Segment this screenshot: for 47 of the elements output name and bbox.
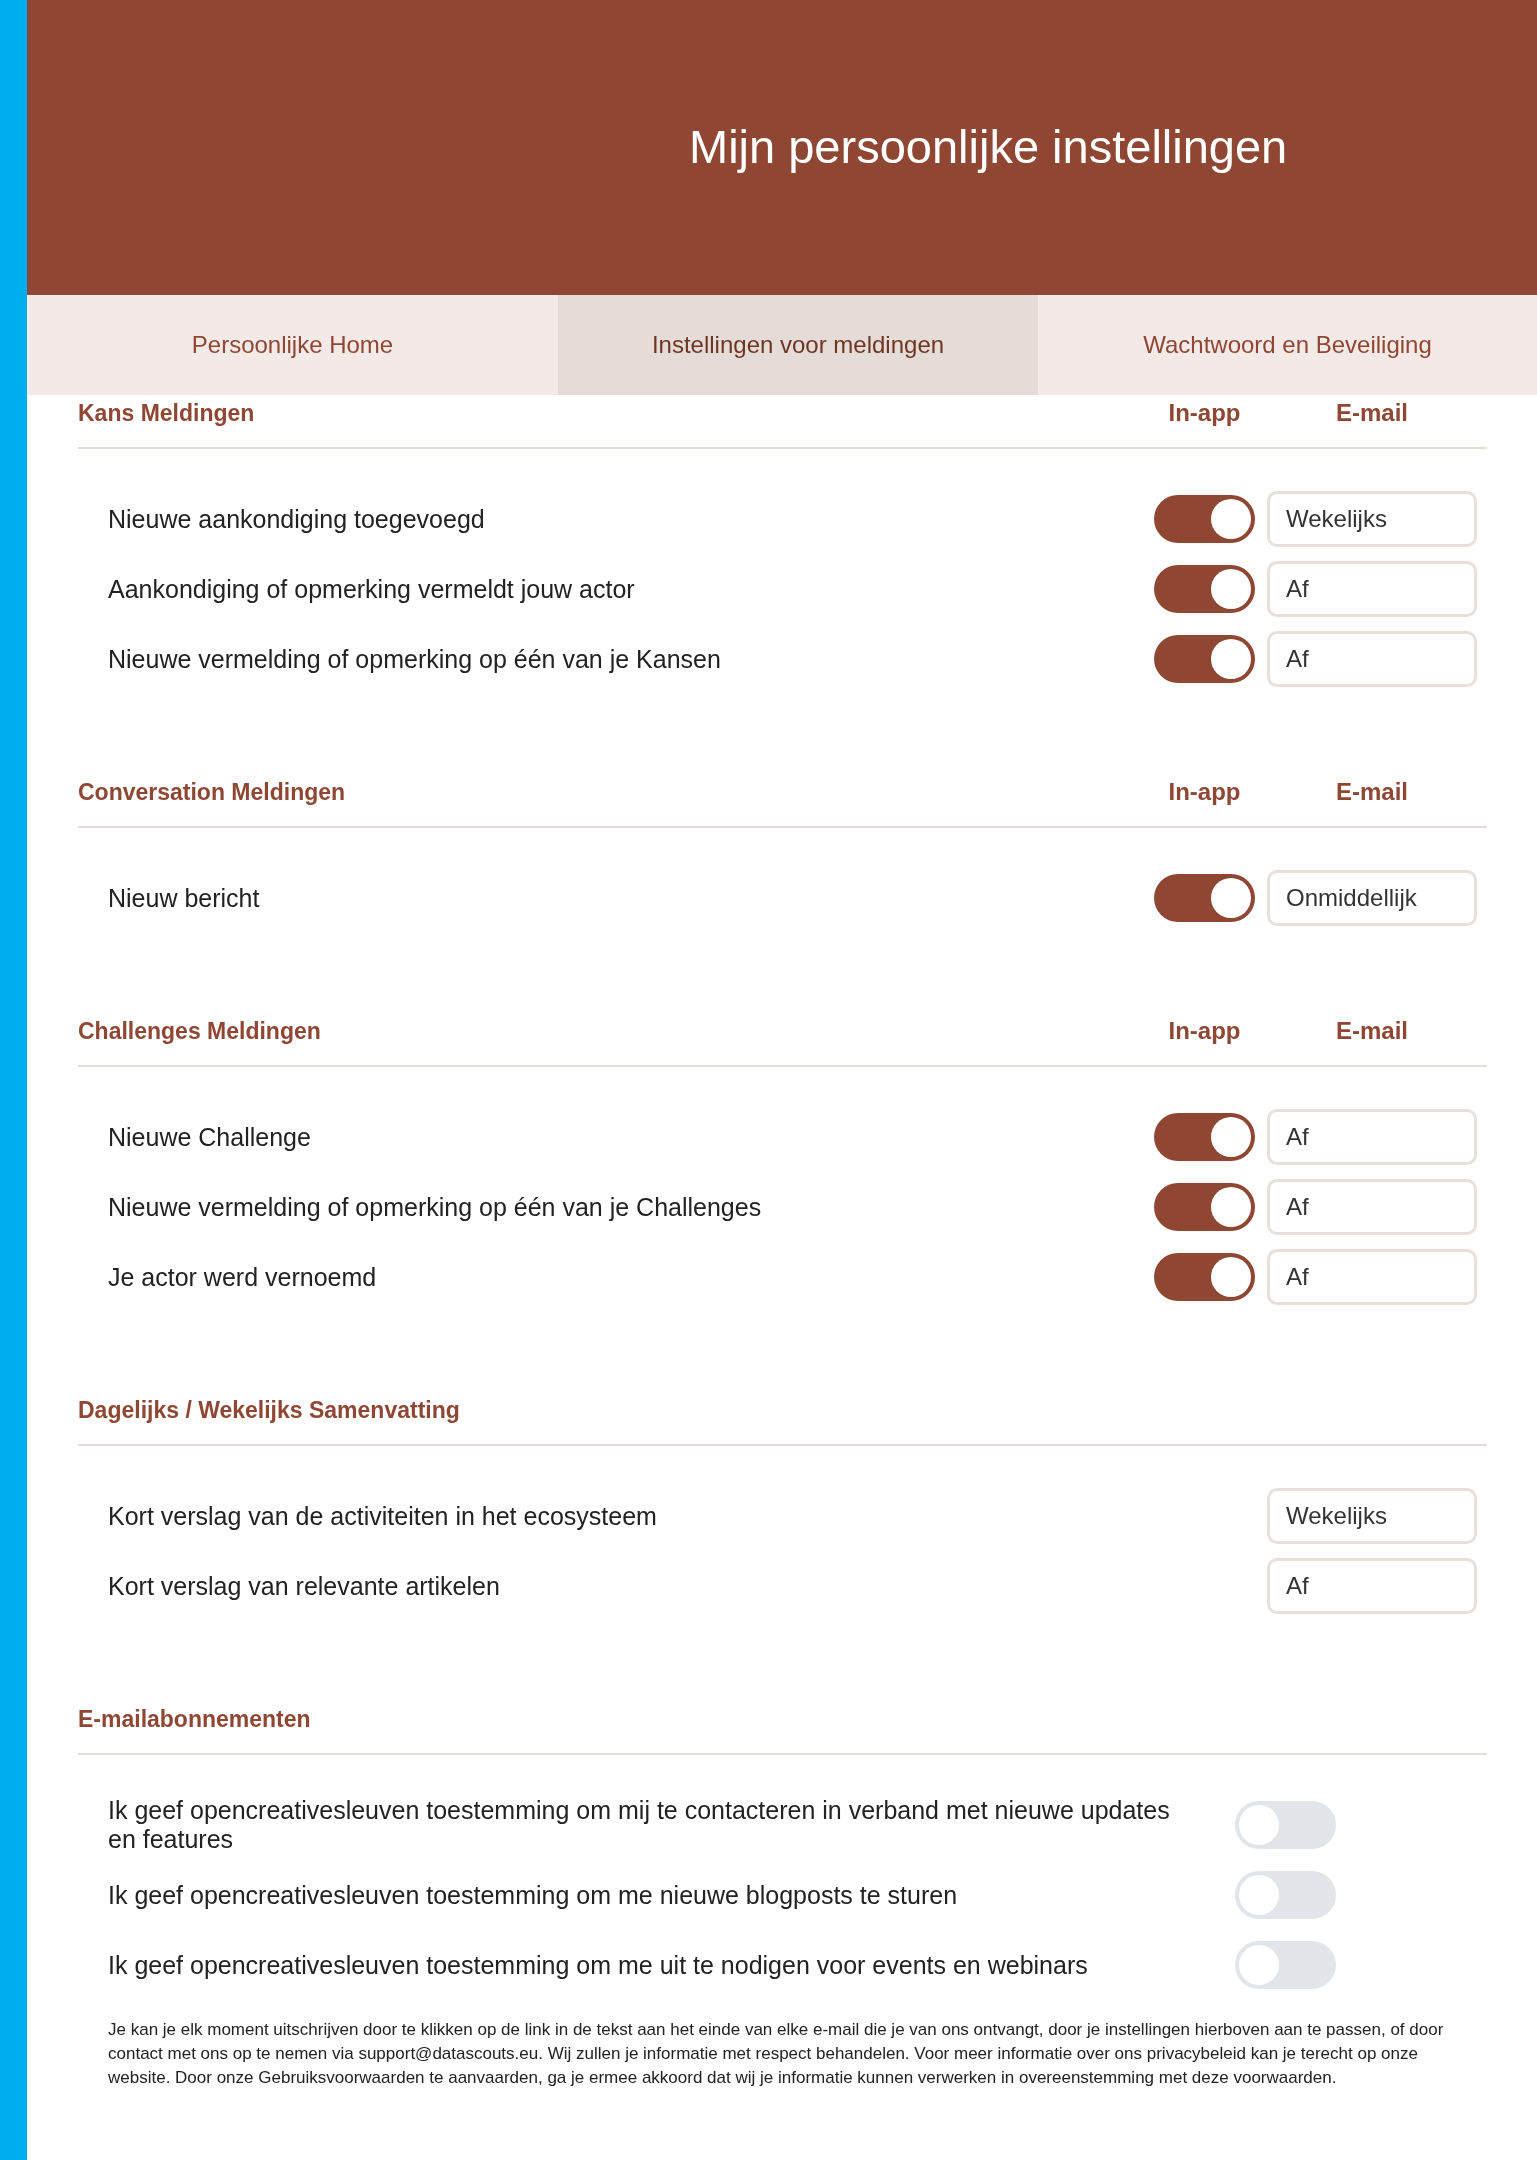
column-header: E-mail [1335, 777, 1409, 807]
setting-label: Nieuw bericht [108, 883, 261, 913]
setting-label: Je actor werd vernoemd [108, 1262, 378, 1292]
section-title: E-mailabonnementen [78, 1705, 312, 1734]
tab[interactable]: Persoonlijke Home [27, 295, 558, 395]
setting-label: Nieuwe Challenge [108, 1122, 312, 1152]
setting-label: Kort verslag van relevante artikelen [108, 1571, 501, 1601]
setting-label: Ik geef opencreativesleuven toestemming om me uit te nodigen voor events en webinars [108, 1950, 1089, 1980]
frequency-dropdown[interactable]: Af [1267, 631, 1477, 687]
toggle-switch[interactable] [1154, 565, 1255, 613]
frequency-dropdown[interactable]: Af [1267, 1109, 1477, 1165]
toggle-switch[interactable] [1235, 1801, 1336, 1849]
page-title: Mijn persoonlijke instellingen [689, 119, 1288, 176]
setting-label: Nieuwe vermelding of opmerking op één van je Kansen [108, 644, 722, 674]
frequency-dropdown[interactable]: Af [1267, 1249, 1477, 1305]
setting-label: Ik geef opencreativesleuven toestemming om me nieuwe blogposts te sturen [108, 1880, 959, 1910]
frequency-dropdown[interactable]: Af [1267, 1179, 1477, 1235]
frequency-dropdown[interactable]: Wekelijks [1267, 491, 1477, 547]
toggle-switch[interactable] [1154, 495, 1255, 543]
section-title: Kans Meldingen [78, 399, 256, 428]
toggle-switch[interactable] [1154, 1183, 1255, 1231]
tab[interactable]: Wachtwoord en Beveiliging [1038, 295, 1537, 395]
frequency-dropdown[interactable]: Af [1267, 1558, 1477, 1614]
toggle-switch[interactable] [1154, 874, 1255, 922]
column-header: E-mail [1335, 1016, 1409, 1046]
frequency-dropdown[interactable]: Wekelijks [1267, 1488, 1477, 1544]
section-title: Dagelijks / Wekelijks Samenvatting [78, 1396, 461, 1425]
column-header: E-mail [1335, 398, 1409, 428]
toggle-switch[interactable] [1154, 1113, 1255, 1161]
tab[interactable]: Instellingen voor meldingen [558, 295, 1038, 395]
column-header: In-app [1167, 1016, 1242, 1046]
column-header: In-app [1167, 777, 1242, 807]
setting-label: Nieuwe aankondiging toegevoegd [108, 504, 486, 534]
frequency-dropdown[interactable]: Af [1267, 561, 1477, 617]
toggle-switch[interactable] [1154, 635, 1255, 683]
column-header: In-app [1167, 398, 1242, 428]
setting-label: Aankondiging of opmerking vermeldt jouw actor [108, 574, 636, 604]
section-title: Challenges Meldingen [78, 1017, 322, 1046]
setting-label: Ik geef opencreativesleuven toestemming om mij te contacteren in verband met nieuwe updates en features [108, 1796, 1171, 1854]
privacy-notice: Je kan je elk moment uitschrijven door te klikken op de link in de tekst aan het einde van elke e-mail die je van ons ontvangt, door je instellingen hierboven aan te passen, of door contact met ons op te nemen via support@datascouts.eu. Wij zullen je informatie met respect behandelen. Voor meer informatie over ons privacybeleid kan je terecht op onze website. Door onze Gebruiksvoorwaarden te aanvaarden, ga je ermee akkoord dat wij je informatie kunnen verwerken in overeenstemming met deze voorwaarden. [107, 2019, 1445, 2089]
toggle-switch[interactable] [1154, 1253, 1255, 1301]
toggle-switch[interactable] [1235, 1871, 1336, 1919]
setting-label: Kort verslag van de activiteiten in het ecosysteem [108, 1501, 658, 1531]
setting-label: Nieuwe vermelding of opmerking op één van je Challenges [108, 1192, 763, 1222]
toggle-switch[interactable] [1235, 1941, 1336, 1989]
frequency-dropdown[interactable]: Onmiddellijk [1267, 870, 1477, 926]
section-title: Conversation Meldingen [78, 778, 347, 807]
